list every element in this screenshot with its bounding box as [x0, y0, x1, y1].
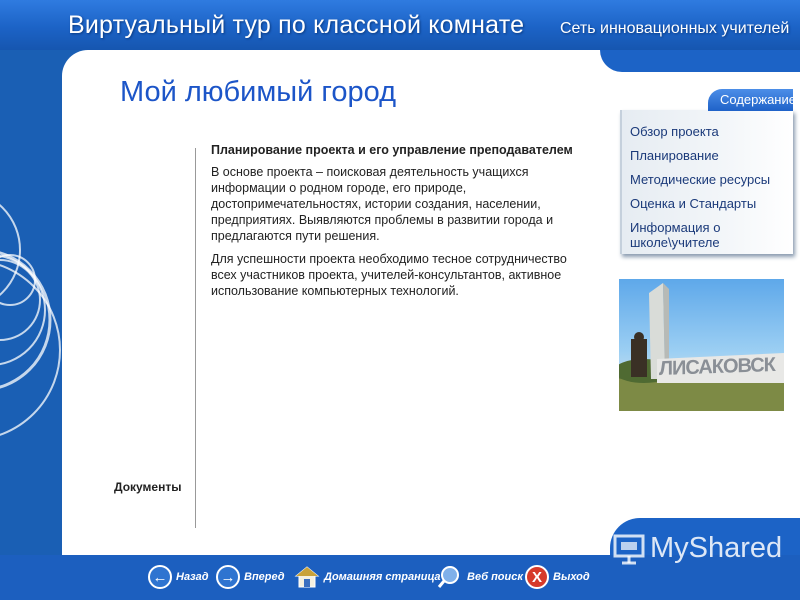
network-title: Сеть инновационных учителей	[560, 20, 790, 37]
web-search-button[interactable]: Веб поиск	[437, 564, 523, 590]
vertical-divider	[195, 148, 196, 528]
web-search-label: Веб поиск	[467, 571, 523, 583]
home-icon	[294, 565, 320, 589]
presentation-board-icon	[613, 534, 645, 564]
menu-item-resources[interactable]: Методические ресурсы	[630, 172, 770, 187]
magnifier-icon	[437, 565, 463, 589]
contents-tab: Содержание	[708, 89, 796, 111]
city-sign-text: ЛИСАКОВСК	[659, 353, 775, 381]
menu-item-assessment[interactable]: Оценка и Стандарты	[630, 196, 756, 211]
rings-decoration	[0, 50, 62, 555]
close-icon: X	[525, 565, 549, 589]
menu-item-planning[interactable]: Планирование	[630, 148, 719, 163]
menu-item-school-info[interactable]: Информация о школе\учителе	[630, 220, 800, 250]
back-button[interactable]: ← Назад	[148, 564, 209, 590]
site-title: Виртуальный тур по классной комнате	[68, 11, 525, 39]
documents-link[interactable]: Документы	[114, 480, 181, 494]
article: Планирование проекта и его управление пр…	[211, 142, 586, 306]
exit-button[interactable]: X Выход	[525, 564, 590, 590]
header-band: Виртуальный тур по классной комнате Сеть…	[0, 0, 800, 50]
article-paragraph-2: Для успешности проекта необходимо тесное…	[211, 252, 567, 298]
watermark-text: MyShared	[650, 532, 783, 564]
article-paragraph-1: В основе проекта – поисковая деятельност…	[211, 165, 554, 243]
myshared-watermark: MyShared	[612, 532, 782, 565]
forward-label: Вперед	[244, 571, 285, 583]
menu-item-overview[interactable]: Обзор проекта	[630, 124, 719, 139]
arrow-right-icon: →	[216, 565, 240, 589]
home-button[interactable]: Домашняя страница	[294, 564, 441, 590]
article-heading: Планирование проекта и его управление пр…	[211, 143, 573, 157]
page-title: Мой любимый город	[120, 76, 396, 108]
back-label: Назад	[176, 571, 209, 583]
home-label: Домашняя страница	[324, 571, 441, 583]
city-monument-photo: ЛИСАКОВСК	[619, 279, 784, 411]
arrow-left-icon: ←	[148, 565, 172, 589]
forward-button[interactable]: → Вперед	[216, 564, 285, 590]
exit-label: Выход	[553, 571, 590, 583]
panel-corner-top	[600, 50, 800, 72]
